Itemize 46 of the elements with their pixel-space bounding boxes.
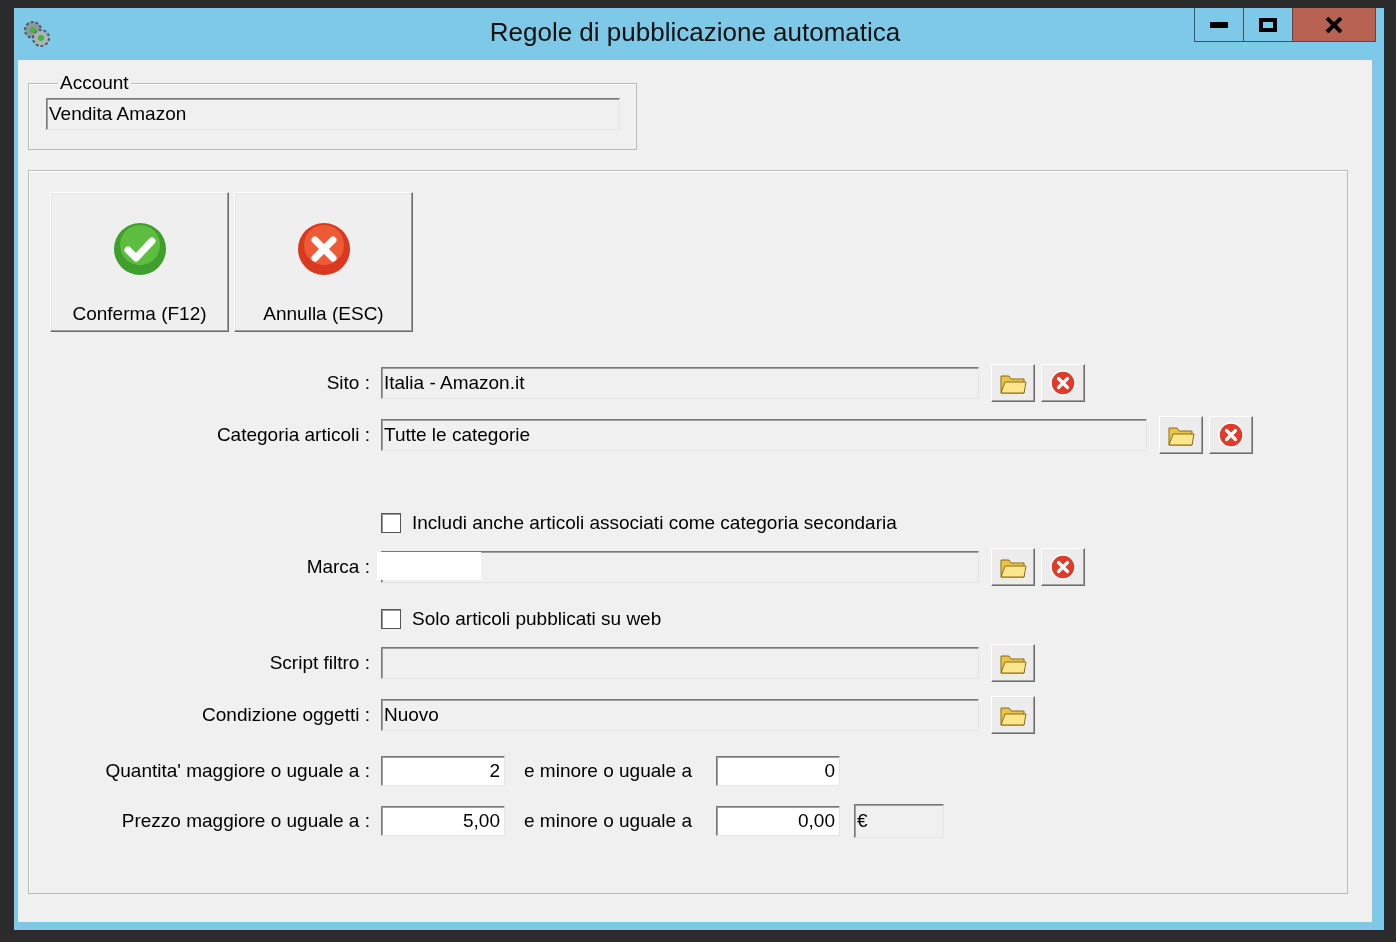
field-label: Script filtro : [268, 652, 370, 674]
gears-icon [22, 19, 52, 49]
browse-button[interactable] [991, 548, 1035, 586]
cancel-icon [295, 221, 352, 277]
field-label: Quantita' maggiore o uguale a : [104, 760, 370, 782]
checkbox[interactable] [381, 609, 401, 629]
browse-button[interactable] [991, 644, 1035, 682]
currency-field[interactable]: € [853, 804, 944, 838]
group-legend: Account [58, 72, 131, 94]
window-title: Regole di pubblicazione automatica [489, 17, 901, 47]
minimize-icon [1210, 21, 1228, 28]
input-field[interactable]: Nuovo [381, 699, 979, 731]
account-field[interactable]: Vendita Amazon [46, 98, 620, 130]
number-field[interactable]: 0 [715, 756, 840, 786]
number-field[interactable]: 5,00 [381, 806, 505, 836]
input-field[interactable]: Tutte le categorie [381, 419, 1147, 451]
clear-icon [1050, 370, 1076, 396]
input-field[interactable]: Italia - Amazon.it [381, 367, 979, 399]
field-label: Prezzo maggiore o uguale a : [120, 810, 370, 832]
browse-button[interactable] [1159, 416, 1203, 454]
clear-button[interactable] [1041, 548, 1085, 586]
range-label: e minore o uguale a [524, 760, 692, 782]
field-label: Categoria articoli : [215, 424, 370, 446]
maximize-icon [1259, 17, 1277, 32]
browse-button[interactable] [991, 364, 1035, 402]
input-field[interactable] [381, 647, 979, 679]
checkbox-label: Includi anche articoli associati come categoria secondaria [412, 512, 897, 534]
check-icon [111, 221, 168, 277]
field-label: Marca : [305, 556, 370, 578]
field-label: Condizione oggetti : [201, 704, 370, 726]
clear-button[interactable] [1209, 416, 1253, 454]
close-button[interactable] [1292, 8, 1376, 42]
range-label: e minore o uguale a [524, 810, 692, 832]
checkbox[interactable] [381, 513, 401, 533]
number-field[interactable]: 0,00 [715, 806, 840, 836]
minimize-button[interactable] [1194, 8, 1244, 42]
field-label: Sito : [325, 372, 370, 394]
clear-button[interactable] [1041, 364, 1085, 402]
close-icon [1325, 16, 1343, 33]
cancel-button[interactable]: Annulla (ESC) [234, 192, 413, 332]
checkbox-label: Solo articoli pubblicati su web [412, 608, 662, 630]
confirm-button[interactable]: Conferma (F12) [50, 192, 229, 332]
number-field[interactable]: 2 [381, 756, 505, 786]
clear-icon [1218, 422, 1244, 448]
clear-icon [1050, 554, 1076, 580]
browse-button[interactable] [991, 696, 1035, 734]
